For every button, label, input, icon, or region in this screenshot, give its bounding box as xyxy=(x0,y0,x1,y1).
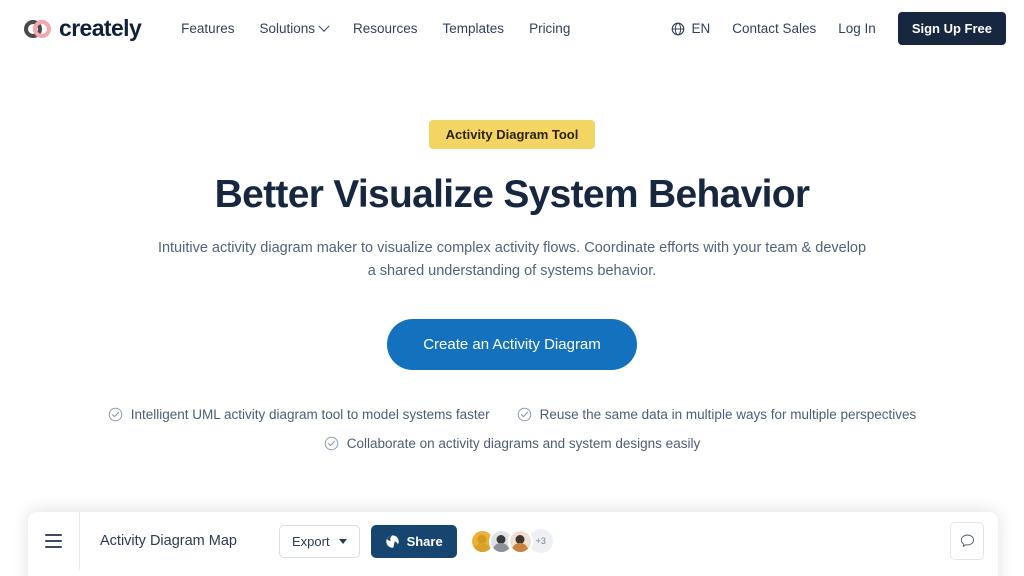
caret-down-icon xyxy=(338,538,347,544)
contact-sales-label: Contact Sales xyxy=(732,21,817,36)
hero-eyebrow-badge: Activity Diagram Tool xyxy=(428,120,596,149)
globe-icon xyxy=(385,534,399,548)
feature-checklist-row: Collaborate on activity diagrams and sys… xyxy=(324,436,700,451)
nav-item-solutions-label: Solutions xyxy=(259,21,315,36)
circle-check-icon xyxy=(108,407,122,422)
page-title: Better Visualize System Behavior xyxy=(214,173,810,216)
creately-rings-logo-icon xyxy=(24,19,52,38)
document-title: Activity Diagram Map xyxy=(100,533,237,549)
editor-toolbar: Activity Diagram Map Export Share +3 xyxy=(28,512,998,570)
nav-item-templates-label: Templates xyxy=(442,21,505,36)
comment-bubble-icon xyxy=(960,534,974,547)
nav-item-features-label: Features xyxy=(181,21,235,36)
feature-check-item: Collaborate on activity diagrams and sys… xyxy=(324,436,700,451)
collaborator-avatars: +3 xyxy=(469,528,553,554)
nav-actions: EN Contact Sales Log In Sign Up Free xyxy=(671,12,1006,45)
share-button[interactable]: Share xyxy=(370,524,457,558)
circle-check-icon xyxy=(324,436,339,451)
export-button[interactable]: Export xyxy=(278,524,360,558)
editor-preview-card: Activity Diagram Map Export Share +3 xyxy=(28,512,998,576)
nav-item-resources-label: Resources xyxy=(353,21,418,36)
feature-check-item: Reuse the same data in multiple ways for… xyxy=(517,407,917,423)
circle-check-icon xyxy=(517,407,531,422)
sign-up-free-button[interactable]: Sign Up Free xyxy=(897,12,1006,45)
avatar[interactable] xyxy=(507,528,533,554)
feature-checklist: Intelligent UML activity diagram tool to… xyxy=(0,407,1024,451)
nav-item-resources[interactable]: Resources xyxy=(353,21,418,36)
primary-nav-links: Features Solutions Resources Templates P… xyxy=(181,20,570,36)
nav-item-pricing[interactable]: Pricing xyxy=(529,21,570,36)
nav-item-features[interactable]: Features xyxy=(181,21,234,36)
export-button-label: Export xyxy=(291,533,330,549)
comment-button[interactable] xyxy=(950,522,984,560)
login-link[interactable]: Log In xyxy=(838,21,876,36)
globe-icon xyxy=(672,22,685,35)
feature-check-label: Collaborate on activity diagrams and sys… xyxy=(346,436,701,452)
login-label: Log In xyxy=(838,21,876,36)
language-selector[interactable]: EN xyxy=(671,21,710,36)
hero-subtitle: Intuitive activity diagram maker to visu… xyxy=(157,239,867,279)
contact-sales-link[interactable]: Contact Sales xyxy=(732,21,816,36)
creately-logo-link[interactable]: creately xyxy=(24,15,142,41)
hamburger-menu-icon[interactable] xyxy=(28,512,80,570)
create-activity-diagram-button[interactable]: Create an Activity Diagram xyxy=(387,319,637,371)
feature-check-label: Intelligent UML activity diagram tool to… xyxy=(130,407,490,423)
brand-name: creately xyxy=(59,15,142,41)
language-label: EN xyxy=(691,21,711,36)
chevron-down-icon xyxy=(318,20,330,32)
top-navigation-bar: creately Features Solutions Resources Te… xyxy=(0,0,1024,57)
hero-section: Activity Diagram Tool Better Visualize S… xyxy=(0,57,1024,451)
share-button-label: Share xyxy=(406,533,443,549)
nav-item-pricing-label: Pricing xyxy=(529,21,571,36)
feature-check-item: Intelligent UML activity diagram tool to… xyxy=(108,407,490,422)
nav-item-solutions[interactable]: Solutions xyxy=(259,20,330,36)
nav-item-templates[interactable]: Templates xyxy=(443,21,505,36)
feature-check-label: Reuse the same data in multiple ways for… xyxy=(539,407,917,423)
feature-checklist-row: Intelligent UML activity diagram tool to… xyxy=(108,407,917,423)
landing-page: creately Features Solutions Resources Te… xyxy=(0,0,1024,576)
